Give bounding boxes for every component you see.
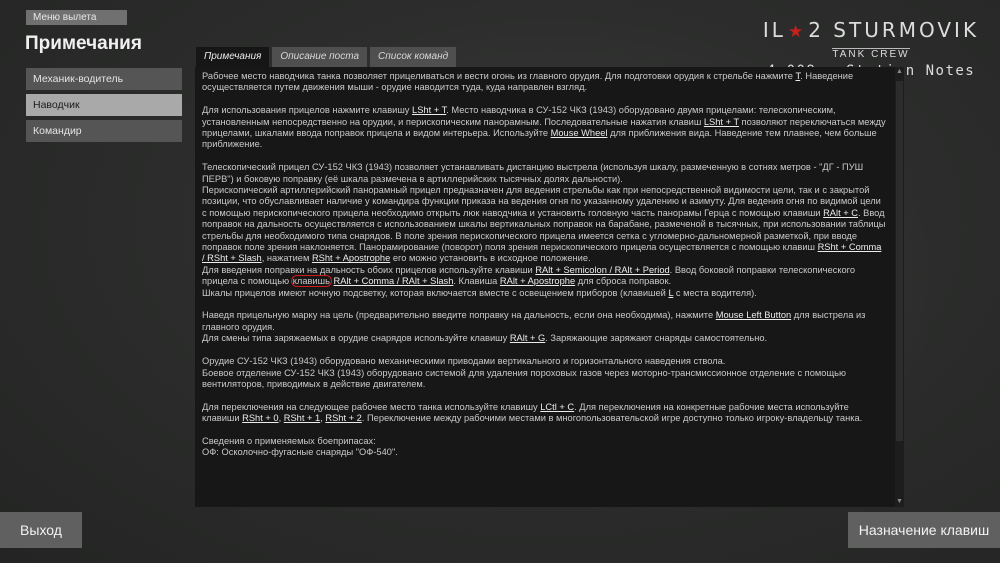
- paragraph-gun-drives: Орудие СУ-152 ЧКЗ (1943) оборудовано мех…: [202, 356, 886, 390]
- keybind: RAlt + C: [823, 207, 858, 218]
- sidebar-item-driver[interactable]: Механик-водитель: [26, 68, 182, 90]
- keybind: Mouse Wheel: [550, 128, 608, 139]
- back-to-mission-menu-button[interactable]: Меню вылета: [26, 10, 127, 25]
- text: Для использования прицелов нажмите клави…: [202, 105, 413, 116]
- text: . Заряжающие заряжают снаряды самостояте…: [545, 333, 768, 344]
- keybind: RSht + 0: [242, 413, 279, 424]
- paragraph-firing: Наведя прицельную марку на цель (предвар…: [202, 310, 886, 344]
- keybind: LSht + T: [703, 116, 739, 127]
- logo-title: IL ★ 2 STURMOVIK: [760, 18, 982, 44]
- text: Рабочее место наводчика танка позволяет …: [202, 71, 796, 81]
- scroll-down-arrow-icon[interactable]: ▼: [895, 497, 904, 507]
- text: его можно установить в исходное положени…: [390, 253, 591, 264]
- paragraph-telescopic-sight: Телескопический прицел СУ-152 ЧКЗ (1943)…: [202, 162, 886, 299]
- text: Боевое отделение СУ-152 ЧКЗ (1943) обору…: [202, 367, 846, 389]
- text: Для переключения на следующее рабочее ме…: [202, 401, 541, 412]
- keybind: RAlt + Apostrophe: [499, 276, 576, 287]
- text: Для введения поправки на дальность обоих…: [202, 264, 536, 275]
- keybind: RAlt + Semicolon / RAlt + Period: [535, 264, 670, 275]
- keybind: RAlt + Comma / RAlt + Slash: [333, 276, 454, 287]
- paragraph-intro: Рабочее место наводчика танка позволяет …: [202, 71, 886, 94]
- notes-panel: Рабочее место наводчика танка позволяет …: [195, 67, 895, 507]
- key-bindings-button[interactable]: Назначение клавиш: [848, 512, 1000, 548]
- paragraph-station-switch: Для переключения на следующее рабочее ме…: [202, 402, 886, 425]
- tab-command-list[interactable]: Список команд: [370, 47, 457, 67]
- keybind: RSht + 2: [325, 413, 362, 424]
- text: с места водителя).: [673, 287, 757, 298]
- text: Телескопический прицел СУ-152 ЧКЗ (1943)…: [202, 162, 864, 184]
- text: Наведя прицельную марку на цель (предвар…: [202, 310, 716, 321]
- text: Орудие СУ-152 ЧКЗ (1943) оборудовано мех…: [202, 356, 726, 367]
- keybind: RSht + 1: [283, 413, 321, 424]
- text: ОФ: Осколочно-фугасные снаряды "ОФ-540".: [202, 447, 398, 458]
- highlighted-word-circle: клавишь: [290, 275, 332, 288]
- crew-station-sidebar: Механик-водитель Наводчик Командир: [26, 68, 182, 146]
- exit-button[interactable]: Выход: [0, 512, 82, 548]
- sidebar-item-commander[interactable]: Командир: [26, 120, 182, 142]
- text: Шкалы прицелов имеют ночную подсветку, к…: [202, 287, 669, 298]
- keybind: Mouse Left Button: [715, 310, 792, 321]
- paragraph-ammo: Сведения о применяемых боеприпасах: ОФ: О…: [202, 436, 886, 459]
- sidebar-item-gunner[interactable]: Наводчик: [26, 94, 182, 116]
- keybind: LCtl + C: [540, 401, 575, 412]
- tab-station-description[interactable]: Описание поста: [272, 47, 368, 67]
- text: Перископический артиллерийский панорамны…: [202, 185, 881, 218]
- text: . Переключение между рабочими местами в …: [361, 413, 863, 424]
- logo-title-left: IL: [762, 18, 786, 42]
- logo-subtitle: TANK CREW: [832, 48, 910, 60]
- scrollbar-thumb[interactable]: [896, 81, 903, 441]
- page-title: Примечания: [25, 33, 142, 54]
- text: Для смены типа заряжаемых в орудие снаря…: [202, 333, 510, 344]
- notes-tabs: Примечания Описание поста Список команд: [196, 47, 459, 67]
- text: для сброса поправок.: [575, 276, 672, 287]
- text: Сведения о применяемых боеприпасах:: [202, 435, 376, 446]
- text: . Клавиша: [453, 276, 500, 287]
- notes-scrollbar[interactable]: ▲ ▼: [895, 67, 904, 507]
- text: , нажатием: [261, 253, 312, 264]
- red-star-icon: ★: [787, 22, 807, 42]
- keybind: RSht + Apostrophe: [311, 253, 391, 264]
- paragraph-sights: Для использования прицелов нажмите клави…: [202, 105, 886, 151]
- keybind: LSht + T: [412, 105, 447, 116]
- keybind: RAlt + G: [509, 333, 546, 344]
- scroll-up-arrow-icon[interactable]: ▲: [895, 67, 904, 77]
- notes-text: Рабочее место наводчика танка позволяет …: [202, 71, 886, 503]
- logo-title-right: 2 STURMOVIK: [808, 18, 980, 42]
- tab-notes[interactable]: Примечания: [196, 47, 270, 67]
